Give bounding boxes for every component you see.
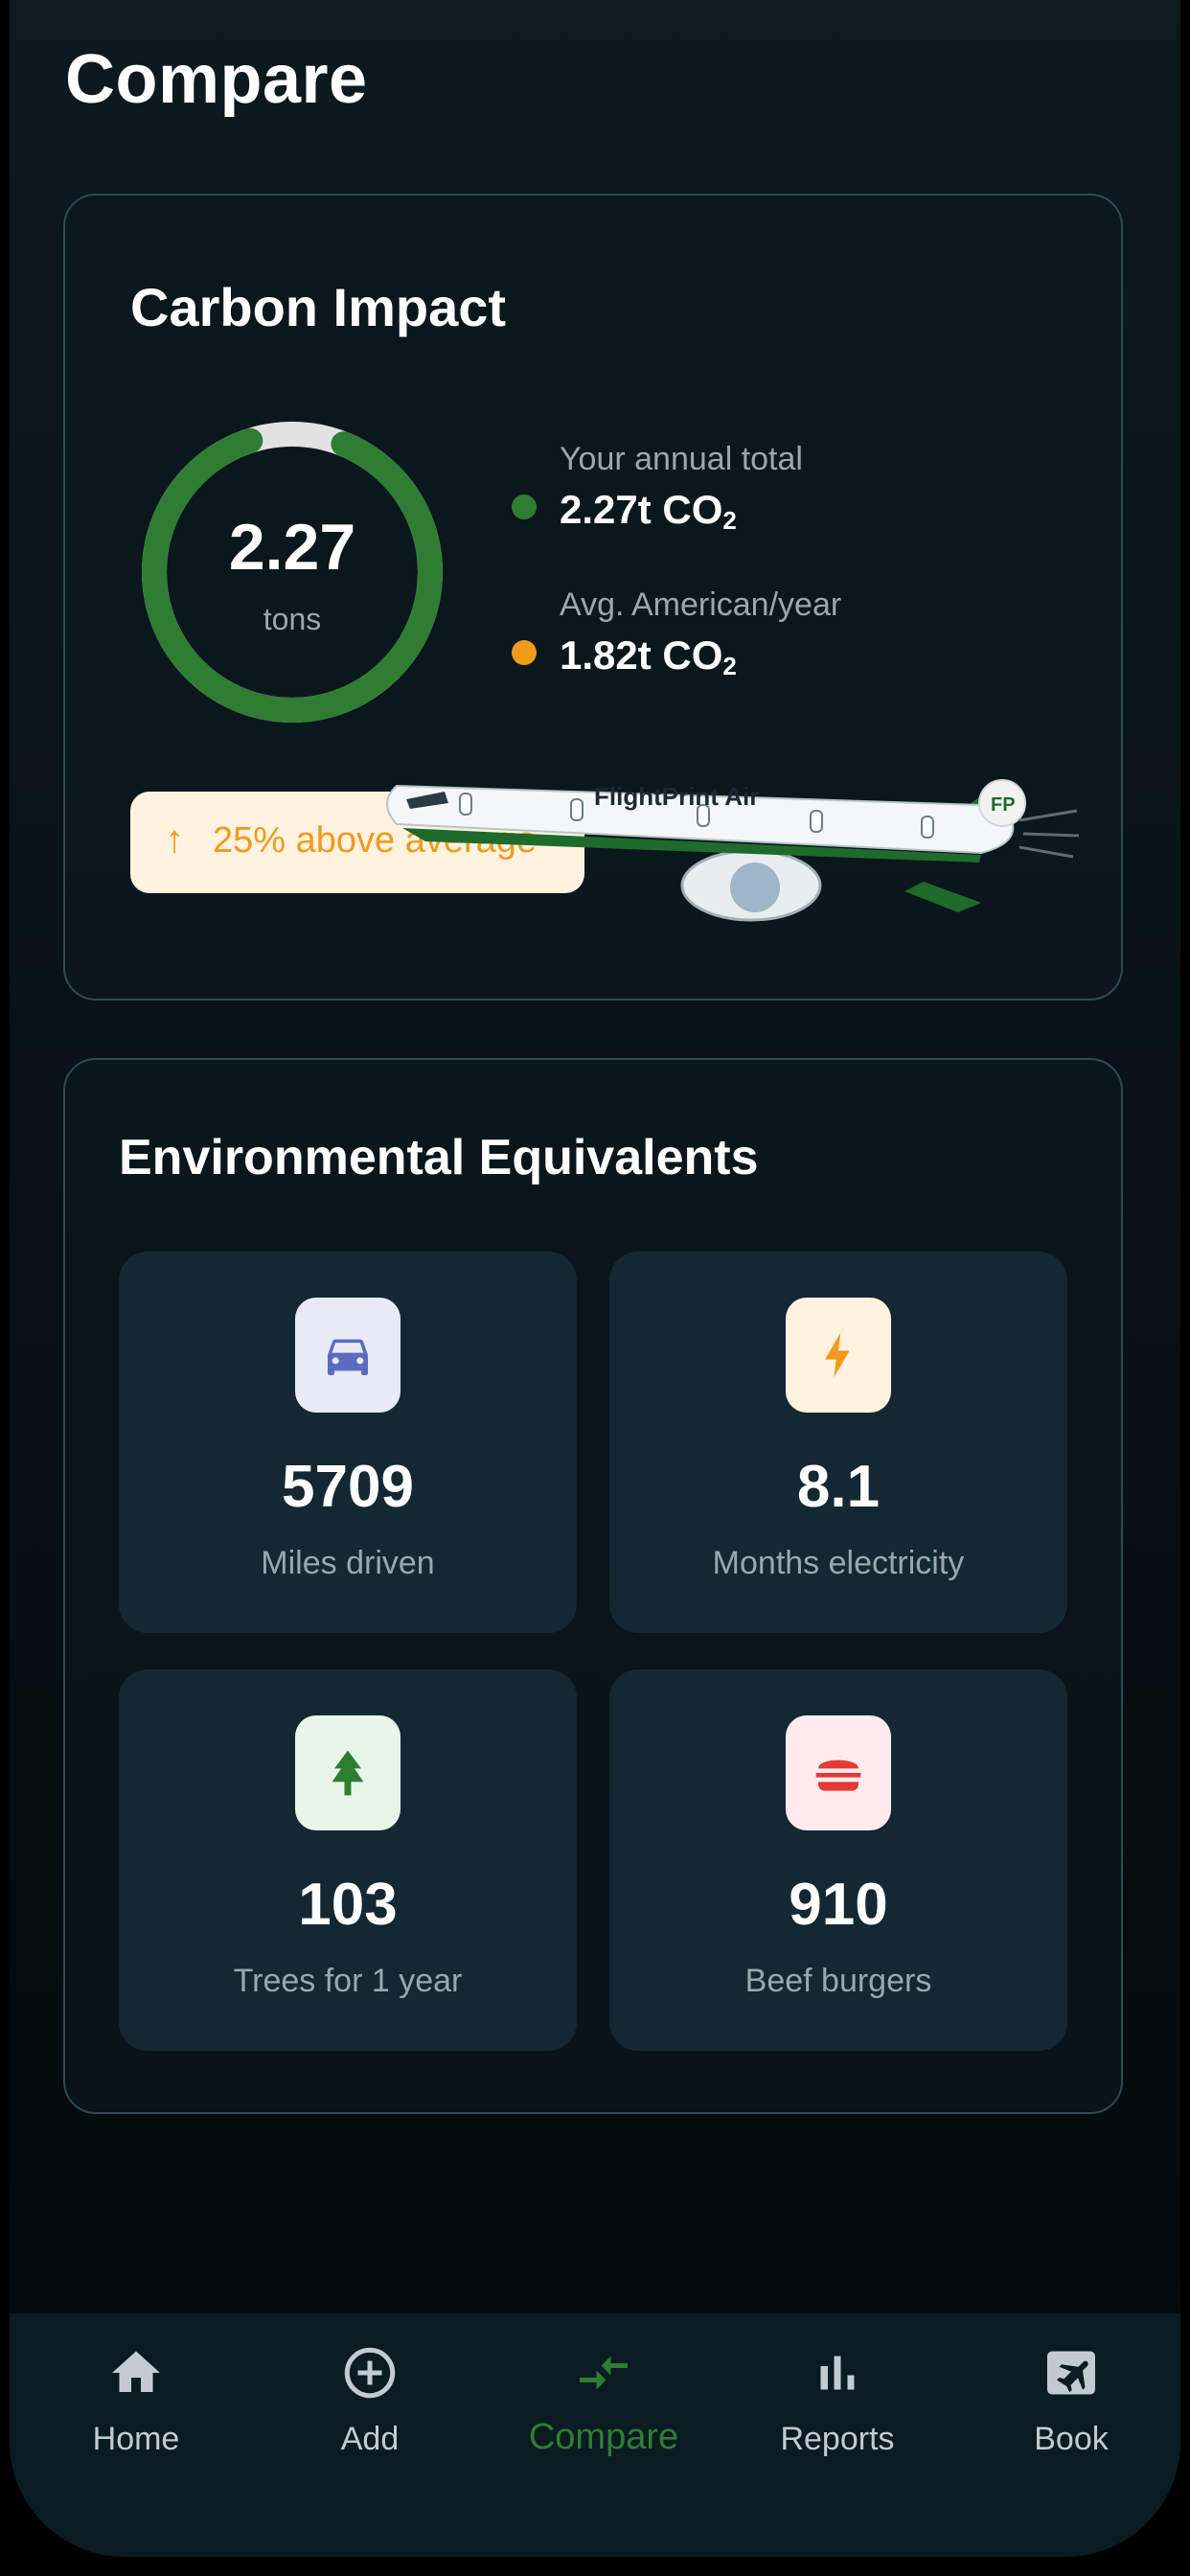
legend-value: 2.27t CO2 (560, 487, 737, 535)
airline-name-text: FlightPrint Air (594, 782, 759, 811)
legend-dot-orange (512, 640, 537, 665)
compare-arrows-icon (580, 2356, 628, 2390)
airplane-illustration: FlightPrint Air FP (386, 779, 1080, 922)
legend-value: 1.82t CO2 (560, 632, 737, 680)
tail-logo-text: FP (991, 794, 1016, 816)
carbon-progress-ring: 2.27 tons (134, 414, 450, 730)
equivalent-tile-trees: 103 Trees for 1 year (119, 1669, 577, 2051)
tile-label: Miles driven (261, 1545, 435, 1581)
page-title: Compare (65, 41, 368, 118)
tab-book[interactable]: Book (954, 2313, 1180, 2505)
tab-label: Compare (528, 2417, 679, 2457)
bottom-tab-bar: Home Add Compare Reports Book (10, 2313, 1180, 2557)
tile-value: 910 (789, 1872, 888, 1938)
bar-chart-icon (820, 2356, 855, 2390)
tile-value: 5709 (282, 1454, 414, 1520)
legend-label: Avg. American/year (560, 586, 842, 623)
flight-ticket-icon (1047, 2351, 1095, 2395)
tile-label: Months electricity (712, 1545, 965, 1581)
equivalent-tile-miles: 5709 Miles driven (119, 1252, 577, 1633)
legend-label: Your annual total (560, 441, 803, 477)
tab-add[interactable]: Add (253, 2313, 487, 2505)
add-circle-icon (344, 2347, 396, 2399)
tile-value: 8.1 (796, 1454, 881, 1520)
legend-dot-green (512, 494, 537, 519)
home-icon (112, 2351, 160, 2392)
tree-icon (295, 1715, 400, 1830)
lightning-icon (786, 1298, 891, 1413)
equivalents-title: Environmental Equivalents (119, 1130, 759, 1185)
phone-frame: Compare Carbon Impact 2.27 tons Your ann… (0, 0, 1190, 2576)
tab-compare[interactable]: Compare (487, 2313, 721, 2505)
equivalent-tile-electricity: 8.1 Months electricity (609, 1252, 1067, 1633)
tab-label: Add (340, 2421, 400, 2457)
tab-reports[interactable]: Reports (721, 2313, 954, 2505)
tile-value: 103 (298, 1872, 398, 1938)
equivalent-tile-burgers: 910 Beef burgers (609, 1669, 1067, 2051)
tile-label: Beef burgers (744, 1963, 932, 1999)
ring-unit: tons (263, 602, 322, 636)
carbon-impact-card: Carbon Impact 2.27 tons Your annual tota… (63, 194, 1123, 1000)
tab-label: Home (92, 2421, 180, 2457)
ring-value: 2.27 (228, 511, 356, 584)
app-screen: Compare Carbon Impact 2.27 tons Your ann… (10, 0, 1180, 2557)
arrow-up-icon: ↑ (165, 818, 184, 861)
carbon-impact-title: Carbon Impact (130, 277, 507, 337)
tab-label: Reports (780, 2421, 895, 2457)
environmental-equivalents-card: Environmental Equivalents 5709 Miles dri… (63, 1058, 1123, 2114)
tab-home[interactable]: Home (19, 2313, 253, 2505)
burger-icon (786, 1715, 891, 1830)
tile-label: Trees for 1 year (233, 1963, 463, 1999)
car-icon (295, 1298, 400, 1413)
tab-label: Book (1034, 2421, 1109, 2457)
